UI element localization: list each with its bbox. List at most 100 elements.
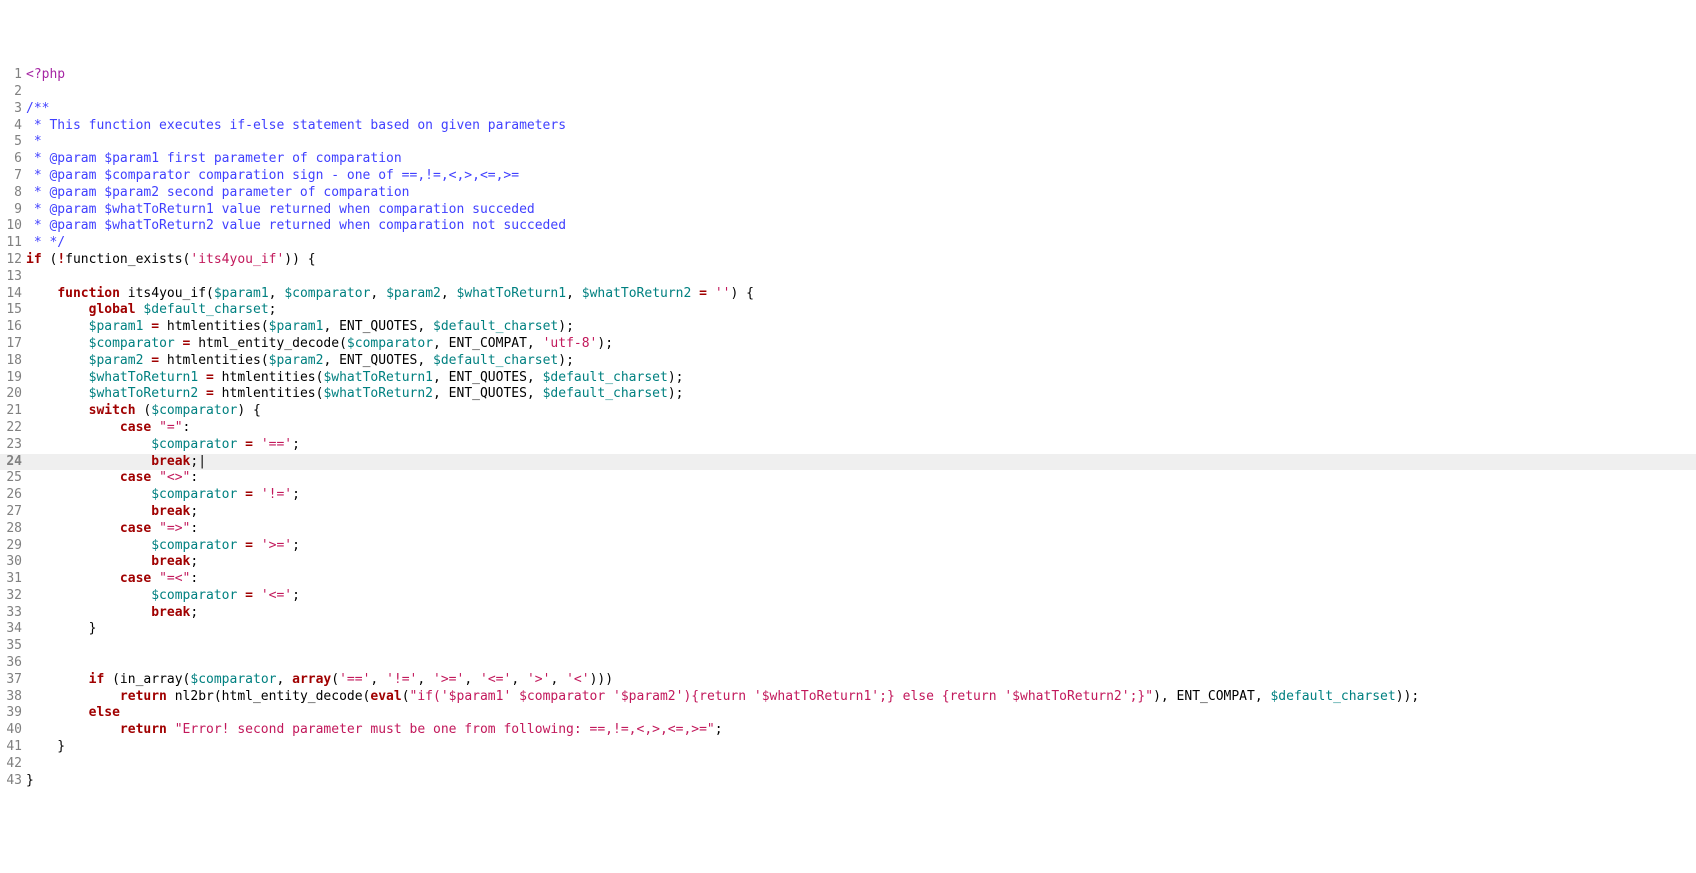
- code-token: * This function executes if-else stateme…: [26, 118, 566, 133]
- code-line[interactable]: 18 $param2 = htmlentities($param2, ENT_Q…: [0, 353, 1696, 370]
- code-area[interactable]: 1<?php23/**4 * This function executes if…: [0, 67, 1696, 789]
- code-token: :: [190, 521, 198, 536]
- code-line[interactable]: 4 * This function executes if-else state…: [0, 118, 1696, 135]
- line-number: 2: [0, 84, 26, 101]
- code-token: ,: [370, 672, 386, 687]
- code-token: ,: [441, 286, 457, 301]
- code-line[interactable]: 14 function its4you_if($param1, $compara…: [0, 286, 1696, 303]
- line-number: 12: [0, 252, 26, 269]
- line-number: 13: [0, 269, 26, 286]
- code-token: "=": [159, 420, 182, 435]
- code-line[interactable]: 8 * @param $param2 second parameter of c…: [0, 185, 1696, 202]
- code-line[interactable]: 19 $whatToReturn1 = htmlentities($whatTo…: [0, 370, 1696, 387]
- code-line[interactable]: 5 *: [0, 134, 1696, 151]
- code-line[interactable]: 2: [0, 84, 1696, 101]
- code-token: , ENT_QUOTES,: [433, 386, 543, 401]
- code-line[interactable]: 43}: [0, 773, 1696, 790]
- code-token: $default_charset: [143, 302, 268, 317]
- code-token: $default_charset: [433, 353, 558, 368]
- line-number: 21: [0, 403, 26, 420]
- code-token: $whatToReturn2: [582, 286, 692, 301]
- code-line[interactable]: 35: [0, 638, 1696, 655]
- code-token: ,: [550, 672, 566, 687]
- code-line[interactable]: 11 * */: [0, 235, 1696, 252]
- code-token: (: [402, 689, 410, 704]
- code-token: (: [42, 252, 58, 267]
- code-line[interactable]: 6 * @param $param1 first parameter of co…: [0, 151, 1696, 168]
- code-token: [26, 588, 151, 603]
- code-token: (: [331, 672, 339, 687]
- code-line[interactable]: 10 * @param $whatToReturn2 value returne…: [0, 218, 1696, 235]
- code-token: , ENT_QUOTES,: [433, 370, 543, 385]
- code-token: ), ENT_COMPAT,: [1153, 689, 1270, 704]
- code-token: htmlentities(: [214, 370, 324, 385]
- code-token: break: [151, 554, 190, 569]
- code-line[interactable]: 31 case "=<":: [0, 571, 1696, 588]
- code-line[interactable]: 13: [0, 269, 1696, 286]
- code-token: [26, 689, 120, 704]
- code-line[interactable]: 23 $comparator = '==';: [0, 437, 1696, 454]
- code-line[interactable]: 38 return nl2br(html_entity_decode(eval(…: [0, 689, 1696, 706]
- code-token: if: [89, 672, 105, 687]
- code-line[interactable]: 41 }: [0, 739, 1696, 756]
- code-line[interactable]: 17 $comparator = html_entity_decode($com…: [0, 336, 1696, 353]
- code-token: $comparator: [190, 672, 276, 687]
- code-line[interactable]: 24 break;|: [0, 454, 1696, 471]
- code-line[interactable]: 15 global $default_charset;: [0, 302, 1696, 319]
- code-line[interactable]: 26 $comparator = '!=';: [0, 487, 1696, 504]
- code-token: ,: [276, 672, 292, 687]
- code-line[interactable]: 27 break;: [0, 504, 1696, 521]
- line-number: 26: [0, 487, 26, 504]
- code-line[interactable]: 32 $comparator = '<=';: [0, 588, 1696, 605]
- code-line[interactable]: 25 case "<>":: [0, 470, 1696, 487]
- code-token: * @param $whatToReturn1 value returned w…: [26, 202, 535, 217]
- code-line[interactable]: 33 break;: [0, 605, 1696, 622]
- code-token: [26, 454, 151, 469]
- code-token: :: [190, 470, 198, 485]
- code-line[interactable]: 30 break;: [0, 554, 1696, 571]
- line-number: 19: [0, 370, 26, 387]
- code-line[interactable]: 37 if (in_array($comparator, array('==',…: [0, 672, 1696, 689]
- code-line[interactable]: 21 switch ($comparator) {: [0, 403, 1696, 420]
- code-token: =: [206, 370, 214, 385]
- code-line[interactable]: 1<?php: [0, 67, 1696, 84]
- line-number: 23: [0, 437, 26, 454]
- code-token: htmlentities(: [159, 353, 269, 368]
- code-token: case: [120, 571, 151, 586]
- code-token: $param2: [269, 353, 324, 368]
- code-line[interactable]: 7 * @param $comparator comparation sign …: [0, 168, 1696, 185]
- code-token: [26, 286, 57, 301]
- code-line[interactable]: 3/**: [0, 101, 1696, 118]
- line-number: 27: [0, 504, 26, 521]
- code-token: '>=': [433, 672, 464, 687]
- line-number: 11: [0, 235, 26, 252]
- code-line[interactable]: 20 $whatToReturn2 = htmlentities($whatTo…: [0, 386, 1696, 403]
- code-token: [253, 588, 261, 603]
- code-token: "if('$param1' $comparator '$param2'){ret…: [410, 689, 1154, 704]
- code-line[interactable]: 36: [0, 655, 1696, 672]
- code-editor[interactable]: 1<?php23/**4 * This function executes if…: [0, 67, 1696, 789]
- code-line[interactable]: 29 $comparator = '>=';: [0, 538, 1696, 555]
- code-line[interactable]: 39 else: [0, 705, 1696, 722]
- code-token: $comparator: [89, 336, 175, 351]
- code-token: , ENT_QUOTES,: [323, 353, 433, 368]
- code-line[interactable]: 12if (!function_exists('its4you_if')) {: [0, 252, 1696, 269]
- code-token: break: [151, 454, 190, 469]
- code-token: [253, 538, 261, 553]
- code-line[interactable]: 34 }: [0, 621, 1696, 638]
- line-number: 36: [0, 655, 26, 672]
- code-line[interactable]: 9 * @param $whatToReturn1 value returned…: [0, 202, 1696, 219]
- code-line[interactable]: 16 $param1 = htmlentities($param1, ENT_Q…: [0, 319, 1696, 336]
- line-number: 38: [0, 689, 26, 706]
- code-line[interactable]: 42: [0, 756, 1696, 773]
- code-line[interactable]: 22 case "=":: [0, 420, 1696, 437]
- code-line[interactable]: 40 return "Error! second parameter must …: [0, 722, 1696, 739]
- code-token: function_exists(: [65, 252, 190, 267]
- code-token: }: [26, 739, 65, 754]
- code-line[interactable]: 28 case "=>":: [0, 521, 1696, 538]
- code-token: $whatToReturn2: [89, 386, 199, 401]
- code-token: htmlentities(: [214, 386, 324, 401]
- code-token: case: [120, 470, 151, 485]
- line-number: 14: [0, 286, 26, 303]
- code-token: /**: [26, 101, 49, 116]
